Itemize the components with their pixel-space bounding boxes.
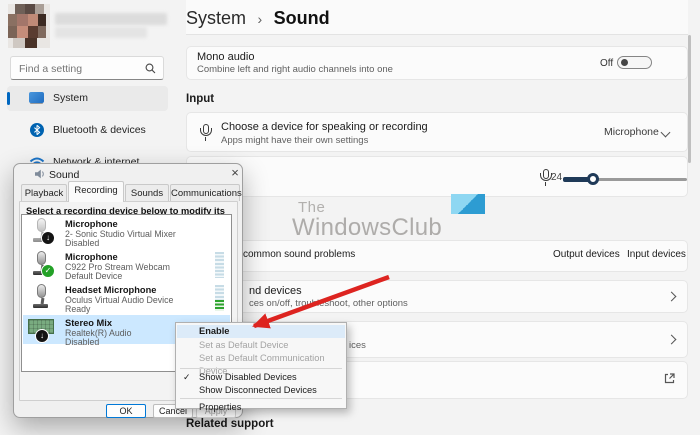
choose-device-title: Choose a device for speaking or recordin… [221, 121, 428, 133]
volume-mic-icon [538, 169, 552, 186]
level-meter [215, 285, 224, 300]
windowsclub-logo [451, 194, 485, 214]
context-menu: Enable Set as Default Device Set as Defa… [175, 322, 347, 409]
tab-recording[interactable]: Recording [68, 181, 124, 202]
menu-item-enable[interactable]: Enable [177, 325, 345, 338]
tab-sounds[interactable]: Sounds [125, 184, 169, 201]
search-input[interactable] [11, 57, 139, 79]
related-support-header: Related support [186, 418, 274, 430]
tab-communications[interactable]: Communications [170, 184, 240, 201]
system-icon [29, 92, 44, 103]
volume-mixer-subtitle-fragment: ices [349, 340, 366, 351]
mono-audio-title: Mono audio [197, 51, 255, 63]
all-sound-devices-title-fragment: nd devices [249, 285, 302, 297]
device-dropdown[interactable]: Microphone [604, 126, 659, 138]
input-section-header: Input [186, 93, 214, 105]
breadcrumb-parent[interactable]: System [186, 8, 246, 28]
close-icon[interactable]: × [227, 165, 243, 181]
device-row[interactable]: Headset Microphone Oculus Virtual Audio … [23, 282, 230, 315]
check-icon: ✓ [183, 371, 191, 384]
volume-slider-thumb[interactable] [587, 173, 599, 185]
tab-playback[interactable]: Playback [21, 184, 67, 201]
mono-audio-toggle-label: Off [600, 58, 613, 69]
user-email-redacted [55, 27, 147, 38]
level-meter [215, 252, 224, 278]
all-sound-devices-subtitle-fragment: ces on/off, troubleshoot, other options [249, 298, 408, 309]
disabled-badge-icon: ↓ [35, 329, 49, 343]
dialog-title: Sound [49, 169, 79, 181]
external-link-icon [663, 372, 676, 385]
page-title: Sound [274, 8, 330, 28]
speaker-icon [34, 168, 46, 180]
ok-button[interactable]: OK [106, 404, 146, 418]
troubleshoot-text-fragment: common sound problems [243, 249, 355, 260]
microphone-icon [198, 124, 212, 141]
choose-device-subtitle: Apps might have their own settings [221, 135, 368, 146]
device-dropdown-value: Microphone [604, 126, 659, 138]
user-name-redacted [55, 13, 167, 25]
volume-card [186, 156, 688, 197]
scrollbar[interactable] [688, 35, 691, 163]
breadcrumb: System › Sound [186, 8, 330, 29]
sidebar-item-bluetooth[interactable]: Bluetooth & devices [7, 118, 168, 143]
sidebar-item-system[interactable]: System [7, 86, 168, 111]
menu-separator [180, 398, 342, 399]
input-devices-link[interactable]: Input devices [627, 249, 686, 260]
menu-item-show-disconnected[interactable]: Show Disconnected Devices [177, 384, 345, 397]
volume-value: 24 [551, 172, 562, 183]
watermark-windowsclub: WindowsClub [292, 214, 442, 242]
menu-item-properties[interactable]: Properties [177, 401, 345, 414]
menu-item-show-disabled[interactable]: ✓ Show Disabled Devices [177, 371, 345, 384]
search-icon [145, 63, 156, 74]
menu-item-set-default-communication[interactable]: Set as Default Communication Device [177, 352, 345, 365]
selected-indicator [7, 92, 10, 105]
mono-audio-subtitle: Combine left and right audio channels in… [197, 64, 393, 75]
avatar[interactable] [8, 4, 50, 48]
menu-item-set-default-device[interactable]: Set as Default Device [177, 339, 345, 352]
output-devices-link[interactable]: Output devices [553, 249, 620, 260]
device-row[interactable]: ↓ Microphone 2- Sonic Studio Virtual Mix… [23, 216, 230, 249]
mono-audio-toggle[interactable] [617, 56, 652, 69]
default-device-badge-icon: ✓ [41, 264, 55, 278]
headset-microphone-device-icon [29, 284, 55, 312]
search-box[interactable] [10, 56, 164, 80]
device-row[interactable]: ✓ Microphone C922 Pro Stream Webcam Defa… [23, 249, 230, 282]
menu-separator [180, 368, 342, 369]
toggle-knob [621, 59, 628, 66]
bluetooth-icon [30, 123, 44, 137]
level-meter-active [215, 300, 224, 311]
disabled-badge-icon: ↓ [41, 231, 55, 245]
breadcrumb-separator-icon: › [250, 11, 269, 27]
